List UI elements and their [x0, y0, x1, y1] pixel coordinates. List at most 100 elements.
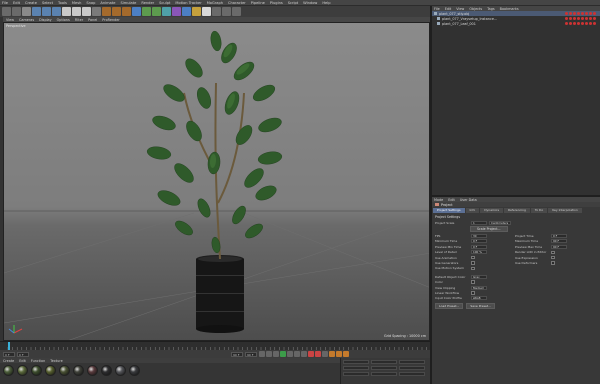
- menu-render[interactable]: Render: [141, 1, 154, 5]
- menu-help[interactable]: Help: [322, 1, 330, 5]
- material-swatch[interactable]: [129, 365, 140, 376]
- material-tag-icon[interactable]: [585, 12, 588, 15]
- property-field[interactable]: 0 F: [471, 244, 487, 249]
- material-swatch[interactable]: [73, 365, 84, 376]
- menu-simulate[interactable]: Simulate: [120, 1, 136, 5]
- material-tag-icon[interactable]: [577, 12, 580, 15]
- coord-field[interactable]: [343, 366, 369, 370]
- preview-end-field[interactable]: 90 F: [245, 351, 257, 357]
- material-tag-icon[interactable]: [569, 12, 572, 15]
- rotation-key-icon[interactable]: [343, 351, 349, 357]
- menu-animate[interactable]: Animate: [100, 1, 115, 5]
- material-tag-icon[interactable]: [589, 12, 592, 15]
- project-scale-unit[interactable]: Centimeters: [489, 220, 511, 225]
- coord-field[interactable]: [371, 372, 397, 376]
- object-menu-tags[interactable]: Tags: [487, 7, 495, 11]
- render-picture-viewer-icon[interactable]: [112, 7, 121, 16]
- current-frame-field[interactable]: 0 F: [17, 351, 29, 357]
- material-swatch[interactable]: [31, 365, 42, 376]
- subdivision-icon[interactable]: [152, 7, 161, 16]
- material-tag-icon[interactable]: [593, 22, 596, 25]
- material-swatch[interactable]: [3, 365, 14, 376]
- object-row[interactable]: plant_077_Leaf_001: [432, 21, 600, 26]
- property-checkbox[interactable]: [471, 291, 475, 295]
- material-tag-icon[interactable]: [589, 17, 592, 20]
- tab-key-interpolation[interactable]: Key Interpolation: [548, 208, 582, 213]
- menu-tools[interactable]: Tools: [58, 1, 67, 5]
- material-tag-icon[interactable]: [573, 17, 576, 20]
- property-field[interactable]: 100 %: [471, 250, 487, 255]
- material-tag-icon[interactable]: [593, 17, 596, 20]
- property-checkbox[interactable]: [471, 255, 475, 260]
- property-field[interactable]: Medium: [471, 285, 487, 290]
- property-field[interactable]: 30: [471, 234, 487, 239]
- property-field[interactable]: Gray Blue: [471, 274, 487, 279]
- property-checkbox[interactable]: [471, 266, 475, 271]
- property-field[interactable]: 90 F: [551, 244, 567, 249]
- property-checkbox[interactable]: [551, 255, 555, 260]
- coord-field[interactable]: [371, 366, 397, 370]
- menu-motion-tracker[interactable]: Motion Tracker: [175, 1, 201, 5]
- prev-frame-icon[interactable]: [273, 351, 279, 357]
- scale-project-button[interactable]: Scale Project...: [470, 226, 508, 233]
- material-tag-icon[interactable]: [577, 17, 580, 20]
- menu-select[interactable]: Select: [42, 1, 53, 5]
- attribute-menu-edit[interactable]: Edit: [448, 198, 455, 202]
- object-menu-objects[interactable]: Objects: [469, 7, 482, 11]
- material-tag-icon[interactable]: [581, 22, 584, 25]
- menu-file[interactable]: File: [2, 1, 8, 5]
- menu-plugins[interactable]: Plugins: [270, 1, 283, 5]
- property-field[interactable]: 0 F: [551, 234, 567, 239]
- material-swatch[interactable]: [101, 365, 112, 376]
- mode-icon[interactable]: [232, 7, 241, 16]
- play-icon[interactable]: [280, 351, 286, 357]
- menu-window[interactable]: Window: [303, 1, 317, 5]
- redo-icon[interactable]: [12, 7, 21, 16]
- material-swatch[interactable]: [115, 365, 126, 376]
- material-tag-icon[interactable]: [569, 22, 572, 25]
- menu-sculpt[interactable]: Sculpt: [159, 1, 170, 5]
- material-tag-icon[interactable]: [581, 17, 584, 20]
- position-key-icon[interactable]: [329, 351, 335, 357]
- next-key-icon[interactable]: [294, 351, 300, 357]
- object-menu-bookmarks[interactable]: Bookmarks: [500, 7, 519, 11]
- scale-icon[interactable]: [42, 7, 51, 16]
- rotate-icon[interactable]: [52, 7, 61, 16]
- coord-field[interactable]: [399, 372, 425, 376]
- material-tag-icon[interactable]: [565, 22, 568, 25]
- coord-field[interactable]: [371, 360, 397, 364]
- live-selection-icon[interactable]: [22, 7, 31, 16]
- material-menu-function[interactable]: Function: [31, 359, 45, 363]
- last-frame-icon[interactable]: [301, 351, 307, 357]
- object-menu-edit[interactable]: Edit: [445, 7, 452, 11]
- first-frame-icon[interactable]: [259, 351, 265, 357]
- material-tag-icon[interactable]: [577, 22, 580, 25]
- material-swatch[interactable]: [17, 365, 28, 376]
- render-view-icon[interactable]: [102, 7, 111, 16]
- menu-snap[interactable]: Snap: [86, 1, 95, 5]
- menu-mesh[interactable]: Mesh: [72, 1, 81, 5]
- viewport[interactable]: Perspective Grid Spacing: 10000 cm: [3, 22, 430, 341]
- keyframe-selection-icon[interactable]: [322, 351, 328, 357]
- mode-icon[interactable]: [212, 7, 221, 16]
- coord-field[interactable]: [343, 372, 369, 376]
- property-checkbox[interactable]: [471, 280, 475, 284]
- material-tag-icon[interactable]: [573, 12, 576, 15]
- move-icon[interactable]: [32, 7, 41, 16]
- material-tag-icon[interactable]: [585, 22, 588, 25]
- light-icon[interactable]: [202, 7, 211, 16]
- menu-character[interactable]: Character: [228, 1, 246, 5]
- scale-key-icon[interactable]: [336, 351, 342, 357]
- tab-dynamics[interactable]: Dynamics: [480, 208, 504, 213]
- property-checkbox[interactable]: [551, 250, 555, 254]
- property-field[interactable]: sRGB: [471, 296, 487, 301]
- coord-field[interactable]: [399, 360, 425, 364]
- object-menu-view[interactable]: View: [456, 7, 464, 11]
- material-tag-icon[interactable]: [565, 12, 568, 15]
- property-field[interactable]: 0 F: [471, 239, 487, 244]
- material-menu-texture[interactable]: Texture: [50, 359, 62, 363]
- viewport-menu-display[interactable]: Display: [39, 18, 52, 22]
- cube-icon[interactable]: [132, 7, 141, 16]
- project-scale-field[interactable]: 1: [471, 220, 487, 225]
- record-icon[interactable]: [308, 351, 314, 357]
